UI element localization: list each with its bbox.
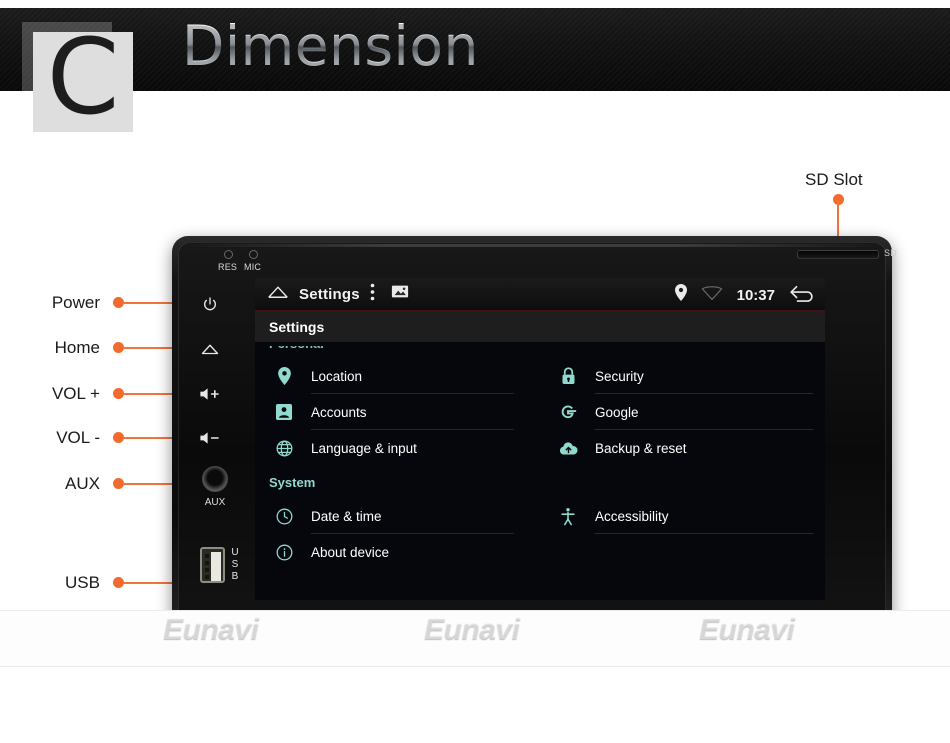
callout-label-aux: AUX — [65, 474, 100, 493]
info-icon — [269, 544, 299, 561]
list-item-label: Google — [595, 404, 639, 420]
accessibility-icon — [553, 507, 583, 526]
callout-dot-usb — [113, 577, 124, 588]
mic-pinhole — [249, 250, 258, 259]
list-item-security[interactable]: Security — [553, 358, 813, 394]
callout-label-volume-up: VOL + — [51, 384, 100, 403]
cloud-upload-icon — [553, 441, 583, 456]
status-bar: Settings 10:37 — [255, 278, 825, 312]
callout-label-home: Home — [54, 338, 100, 357]
back-arrow-icon[interactable] — [789, 284, 815, 307]
sd-slot-label: SD — [884, 248, 898, 258]
list-item-about-device[interactable]: About device — [269, 534, 514, 570]
callout-label-power: Power — [51, 293, 100, 312]
mic-label: MIC — [244, 262, 262, 272]
list-item-label: Language & input — [311, 440, 417, 456]
system-left-column: Date & time About device — [269, 498, 514, 570]
list-item-label: Accessibility — [595, 508, 669, 524]
settings-page-title: Settings — [269, 319, 325, 335]
status-bar-left: Settings — [255, 283, 409, 306]
usb-letter-u: U — [231, 547, 239, 558]
location-pin-icon — [269, 367, 299, 385]
home-icon[interactable] — [267, 285, 289, 304]
volume-up-button[interactable] — [197, 385, 223, 403]
lock-icon — [553, 367, 583, 385]
location-pin-icon — [674, 284, 687, 306]
home-icon — [201, 344, 219, 355]
callout-label-sd-slot: SD Slot — [805, 170, 863, 189]
google-g-icon — [553, 403, 583, 421]
usb-pin — [205, 561, 209, 565]
usb-port-label: U S B — [228, 547, 242, 583]
list-item-label: Accounts — [311, 404, 367, 420]
list-item-backup-reset[interactable]: Backup & reset — [553, 430, 813, 466]
personal-right-column: Security Google Backup & reset — [553, 358, 813, 466]
list-item-label: Backup & reset — [595, 440, 687, 456]
section-header-system: System — [269, 475, 316, 490]
settings-page-title-bar: Settings — [255, 312, 825, 342]
list-item-location[interactable]: Location — [269, 358, 514, 394]
usb-pin — [205, 568, 209, 572]
callout-dot-volume-down — [113, 432, 124, 443]
volume-up-icon — [200, 388, 219, 400]
callout-dot-power — [113, 297, 124, 308]
status-bar-right: 10:37 — [674, 278, 815, 312]
volume-down-button[interactable] — [197, 429, 223, 447]
sd-card-slot[interactable] — [797, 250, 879, 259]
power-icon — [204, 297, 216, 311]
usb-tongue — [211, 552, 221, 581]
more-vertical-icon[interactable] — [370, 283, 375, 306]
reset-pinhole[interactable] — [224, 250, 233, 259]
callout-dot-aux — [113, 478, 124, 489]
list-item-label: Location — [311, 368, 363, 384]
usb-port[interactable] — [200, 547, 225, 583]
settings-list[interactable]: Personal Location Accounts Language & in… — [255, 342, 825, 600]
image-icon[interactable] — [385, 284, 409, 304]
globe-icon — [269, 440, 299, 457]
usb-letter-b: B — [231, 571, 239, 582]
usb-pin — [205, 554, 209, 558]
callout-dot-volume-up — [113, 388, 124, 399]
aux-jack-label: AUX — [204, 497, 226, 508]
volume-down-icon — [200, 432, 219, 444]
row-divider — [595, 533, 813, 534]
list-item-date-time[interactable]: Date & time — [269, 498, 514, 534]
list-item-accounts[interactable]: Accounts — [269, 394, 514, 430]
usb-letter-s: S — [231, 559, 239, 570]
list-item-accessibility[interactable]: Accessibility — [553, 498, 813, 534]
callout-label-usb: USB — [65, 573, 100, 592]
android-screen: Settings 10:37 Settings Personal Locatio… — [255, 278, 825, 600]
bottom-strip — [0, 610, 950, 667]
personal-left-column: Location Accounts Language & input — [269, 358, 514, 466]
clock: 10:37 — [736, 286, 775, 304]
home-button[interactable] — [199, 339, 221, 359]
device-top-highlight — [182, 244, 882, 247]
account-icon — [269, 404, 299, 420]
clock-icon — [269, 508, 299, 525]
aux-jack[interactable] — [202, 466, 228, 492]
list-item-language-input[interactable]: Language & input — [269, 430, 514, 466]
usb-pin — [205, 575, 209, 579]
list-item-label: Security — [595, 368, 644, 384]
list-item-label: Date & time — [311, 508, 382, 524]
power-button[interactable] — [200, 294, 220, 314]
system-right-column: Accessibility — [553, 498, 813, 534]
callout-dot-home — [113, 342, 124, 353]
app-title: Settings — [299, 285, 360, 303]
page-title: Dimension — [182, 14, 479, 78]
list-item-google[interactable]: Google — [553, 394, 813, 430]
logo-letter: C — [46, 16, 120, 138]
wifi-icon — [701, 285, 723, 306]
callout-label-volume-down: VOL - — [56, 428, 100, 447]
list-item-label: About device — [311, 544, 390, 560]
reset-label: RES — [218, 262, 238, 272]
page-root: C Dimension SD Slot Power Home VOL + VOL… — [0, 0, 950, 743]
